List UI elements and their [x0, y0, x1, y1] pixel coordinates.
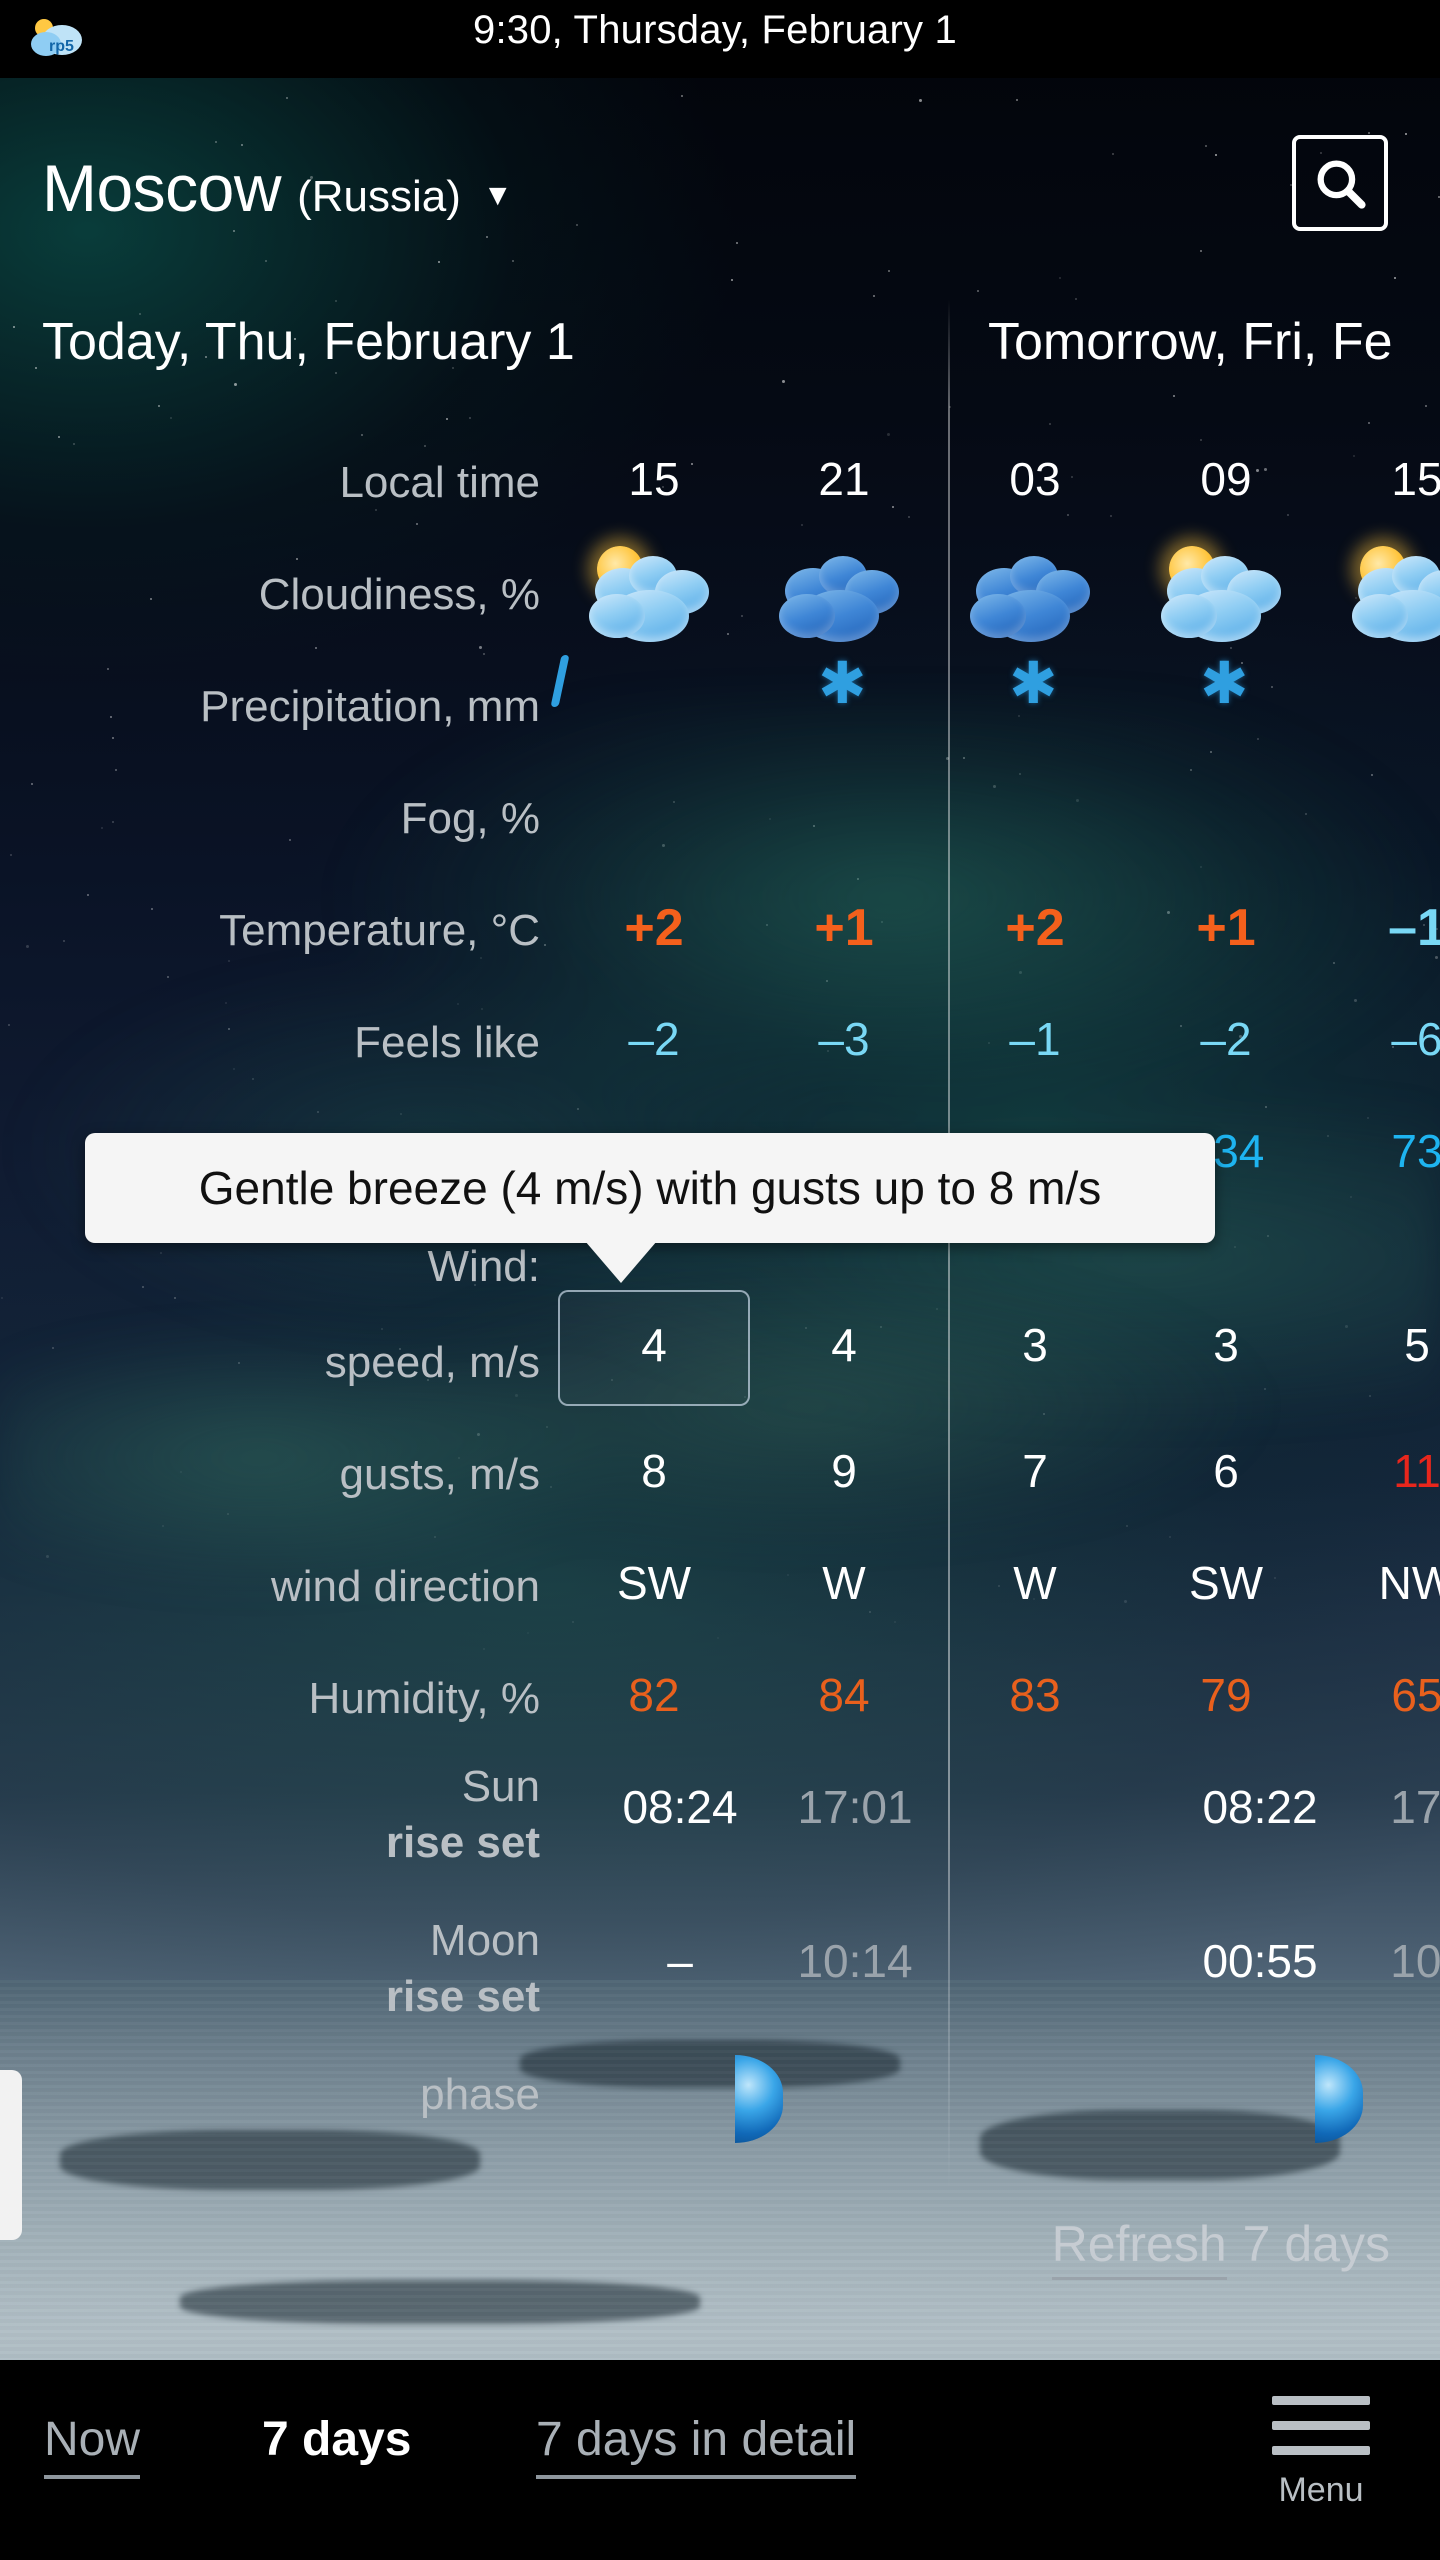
cell-temperature[interactable]: –1 [1322, 898, 1440, 958]
status-bar-clock: 9:30, Thursday, February 1 [473, 8, 957, 52]
row-label-sun: Sun [461, 1762, 540, 1811]
cell-temperature[interactable]: +2 [940, 898, 1130, 958]
cell-feels-like[interactable]: –2 [559, 1012, 749, 1066]
cell-humidity[interactable]: 65 [1322, 1668, 1440, 1722]
cloud-sun-icon [589, 546, 719, 642]
cell-wind-direction[interactable]: NW [1322, 1556, 1440, 1610]
cell-local-time[interactable]: 15 [559, 452, 749, 506]
system-status-bar: rp5 9:30, Thursday, February 1 [0, 0, 1440, 78]
cell-pressure[interactable]: 73 [1322, 1124, 1440, 1178]
cell-wind-gusts[interactable]: 6 [1131, 1444, 1321, 1498]
cell-moonrise: – [667, 1935, 693, 1987]
cell-moonrise: 00:55 [1202, 1935, 1318, 1987]
cell-feels-like[interactable]: –3 [749, 1012, 939, 1066]
row-label-wind-direction: wind direction [270, 1562, 540, 1611]
cell-wind-direction[interactable]: SW [1131, 1556, 1321, 1610]
snowflake-icon: ✱ [1200, 651, 1249, 716]
nav-tab-7-days-label: 7 days [262, 2413, 412, 2466]
wind-tooltip-text: Gentle breeze (4 m/s) with gusts up to 8… [198, 1162, 1102, 1214]
moon-waning-icon [735, 2055, 783, 2143]
cell-feels-like[interactable]: –1 [940, 1012, 1130, 1066]
row-label-fog: Fog, % [400, 794, 540, 843]
cell-temperature[interactable]: +1 [1131, 898, 1321, 958]
cell-sunset: 17:0 [1390, 1781, 1440, 1833]
cell-wind-speed[interactable]: 5 [1322, 1318, 1440, 1372]
search-button[interactable] [1292, 135, 1388, 231]
row-label-moon-sub: rise set [385, 1972, 540, 2021]
bottom-navigation-bar: Now 7 days 7 days in detail Menu [0, 2360, 1440, 2560]
cell-wind-gusts[interactable]: 7 [940, 1444, 1130, 1498]
nav-tab-7-days-detail-label: 7 days in detail [536, 2412, 857, 2479]
cloud-sun-icon [1352, 546, 1440, 642]
row-label-moon-phase: phase [420, 2070, 540, 2119]
nav-tab-7-days[interactable]: 7 days [262, 2412, 411, 2475]
cell-humidity[interactable]: 79 [1131, 1668, 1321, 1722]
nav-tab-now[interactable]: Now [44, 2412, 141, 2479]
menu-button[interactable]: Menu [1272, 2396, 1370, 2510]
row-label-local-time: Local time [339, 458, 540, 507]
refresh-link[interactable]: Refresh [1051, 2215, 1227, 2280]
cell-wind-direction[interactable]: SW [559, 1556, 749, 1610]
cell-wind-gusts[interactable]: 9 [749, 1444, 939, 1498]
cell-feels-like[interactable]: –6 [1322, 1012, 1440, 1066]
cell-sunrise: 08:22 [1202, 1781, 1318, 1833]
row-label-wind: Wind: [427, 1242, 540, 1291]
row-label-precipitation: Precipitation, mm [200, 682, 540, 731]
rain-drop-icon [550, 655, 570, 707]
cell-wind-direction[interactable]: W [940, 1556, 1130, 1610]
day-column-divider [948, 300, 950, 2190]
cell-local-time[interactable]: 09 [1131, 452, 1321, 506]
row-label-wind-gusts: gusts, m/s [339, 1450, 541, 1499]
moon-waning-icon [1315, 2055, 1363, 2143]
cloud-sun-icon [1161, 546, 1291, 642]
snowflake-icon: ✱ [1009, 651, 1058, 716]
city-country: (Russia) [297, 172, 461, 221]
cloud-dark-icon [970, 546, 1100, 642]
row-label-wind-speed: speed, m/s [324, 1338, 540, 1387]
cell-sunset: 17:01 [797, 1781, 913, 1833]
row-label-moon: Moon [429, 1916, 540, 1965]
snowflake-icon: ✱ [818, 651, 867, 716]
cell-temperature[interactable]: +1 [749, 898, 939, 958]
chevron-down-icon: ▼ [482, 179, 513, 212]
cell-local-time[interactable]: 15 [1322, 452, 1440, 506]
row-label-humidity: Humidity, % [308, 1674, 540, 1723]
city-selector[interactable]: Moscow (Russia) ▼ [42, 150, 513, 226]
cell-wind-gusts[interactable]: 11 [1322, 1444, 1440, 1498]
cell-wind-speed[interactable]: 3 [940, 1318, 1130, 1372]
cell-wind-direction[interactable]: W [749, 1556, 939, 1610]
row-label-cloudiness: Cloudiness, % [258, 570, 540, 619]
refresh-row: Refresh 7 days [1051, 2215, 1390, 2280]
cell-feels-like[interactable]: –2 [1131, 1012, 1321, 1066]
cell-humidity[interactable]: 84 [749, 1668, 939, 1722]
cell-sunrise: 08:24 [622, 1781, 738, 1833]
day-header-tomorrow: Tomorrow, Fri, Fe [988, 313, 1393, 371]
row-label-feels-like: Feels like [354, 1018, 540, 1067]
row-label-temperature: Temperature, °C [219, 906, 540, 955]
search-icon [1317, 160, 1366, 209]
cell-wind-gusts[interactable]: 8 [559, 1444, 749, 1498]
day-header-today: Today, Thu, February 1 [42, 313, 575, 371]
menu-button-label: Menu [1278, 2471, 1364, 2509]
cloud-dark-icon [779, 546, 909, 642]
cell-wind-speed[interactable]: 3 [1131, 1318, 1321, 1372]
refresh-suffix: 7 days [1242, 2216, 1390, 2272]
nav-tab-7-days-detail[interactable]: 7 days in detail [536, 2412, 857, 2479]
edge-drawer-handle[interactable] [0, 2070, 22, 2240]
cell-humidity[interactable]: 83 [940, 1668, 1130, 1722]
wind-tooltip: Gentle breeze (4 m/s) with gusts up to 8… [85, 1133, 1215, 1243]
cell-wind-speed[interactable]: 4 [749, 1318, 939, 1372]
cell-local-time[interactable]: 21 [749, 452, 939, 506]
wind-tooltip-arrow [585, 1241, 657, 1283]
hamburger-menu-icon [1272, 2396, 1370, 2455]
city-name: Moscow [42, 151, 282, 225]
nav-tab-now-label: Now [44, 2412, 141, 2479]
selected-wind-speed-cell[interactable] [558, 1290, 750, 1406]
cell-moonset: 10:14 [797, 1935, 913, 1987]
cell-temperature[interactable]: +2 [559, 898, 749, 958]
row-label-sun-sub: rise set [385, 1818, 540, 1867]
cell-moonset: 10:2 [1390, 1935, 1440, 1987]
cell-local-time[interactable]: 03 [940, 452, 1130, 506]
cell-humidity[interactable]: 82 [559, 1668, 749, 1722]
